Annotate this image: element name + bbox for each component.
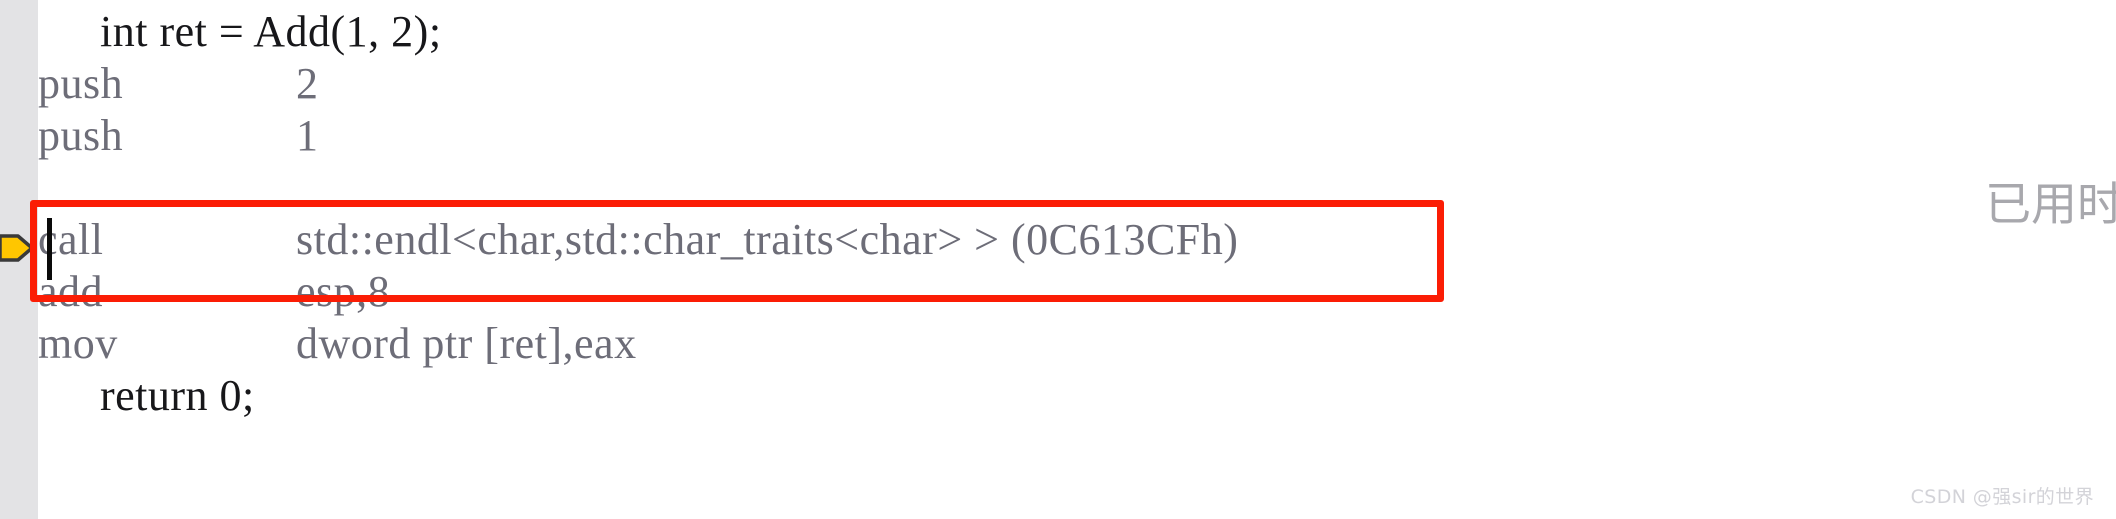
disassembly-line-call-endl[interactable]: call std::endl<char,std::char_traits<char… xyxy=(38,214,1238,266)
code-surface[interactable]: int ret = Add(1, 2); push 2 push 1 call std… xyxy=(38,0,2116,519)
instruction-operand: dword ptr [ret],eax xyxy=(296,319,637,368)
source-line-text: int ret = Add(1, 2); xyxy=(100,7,442,56)
current-statement-arrow-icon[interactable] xyxy=(0,228,36,268)
disassembly-line-push-1[interactable]: push 1 xyxy=(38,110,319,162)
disassembly-line-mov-ret[interactable]: mov dword ptr [ret],eax xyxy=(38,318,637,370)
text-caret xyxy=(47,218,52,280)
editor-gutter[interactable] xyxy=(0,0,38,519)
code-editor-screenshot: int ret = Add(1, 2); push 2 push 1 call std… xyxy=(0,0,2116,519)
instruction-mnemonic: push xyxy=(38,59,124,108)
instruction-operand: 2 xyxy=(296,59,319,108)
instruction-operand: std::endl<char,std::char_traits<char> > … xyxy=(296,215,1239,264)
source-line-return-0[interactable]: return 0; xyxy=(38,370,255,422)
instruction-mnemonic: add xyxy=(38,267,104,316)
csdn-watermark: CSDN @强sir的世界 xyxy=(1910,486,2094,508)
elapsed-time-label: 已用时 xyxy=(1985,177,2116,231)
source-line-int-ret[interactable]: int ret = Add(1, 2); xyxy=(38,6,442,58)
disassembly-line-add-esp[interactable]: add esp,8 xyxy=(38,266,390,318)
disassembly-line-push-2[interactable]: push 2 xyxy=(38,58,319,110)
instruction-mnemonic: call xyxy=(38,215,104,264)
instruction-mnemonic: push xyxy=(38,111,124,160)
instruction-operand: esp,8 xyxy=(296,267,391,316)
source-line-text: return 0; xyxy=(100,371,255,420)
instruction-mnemonic: mov xyxy=(38,319,118,368)
instruction-operand: 1 xyxy=(296,111,319,160)
